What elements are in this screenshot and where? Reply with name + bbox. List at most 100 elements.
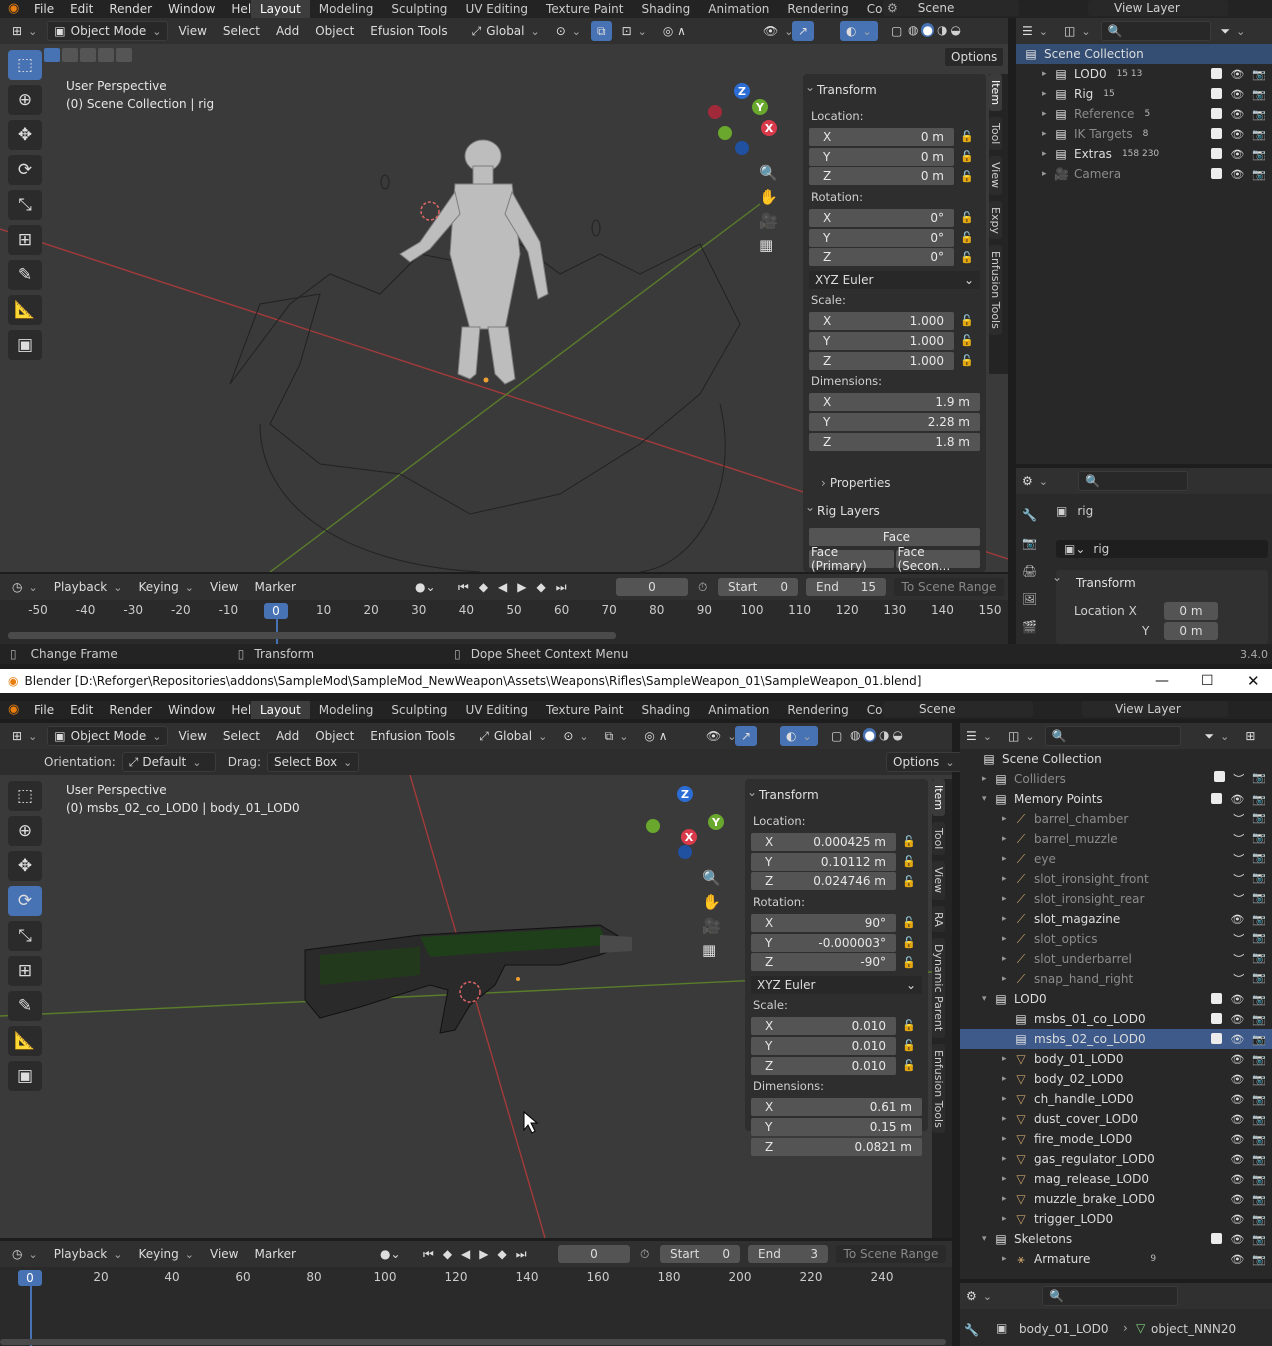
lock-icon[interactable]: 🔓 [954,354,980,367]
end-frame-field[interactable]: End 15 [806,578,886,596]
mesh-data-name[interactable]: object_NNN20 [1151,1322,1236,1336]
render-camera-icon[interactable]: 📷 [1252,148,1266,161]
lock-icon[interactable]: 🔓 [896,916,922,929]
cursor-tool-icon[interactable]: ⊕ [8,85,42,115]
solid-shading-icon[interactable]: ● [921,23,934,37]
outliner-row-fire_mode_lod0[interactable]: ▸ ▽ fire_mode_LOD0 👁 📷 [960,1129,1272,1149]
expand-icon[interactable]: ▸ [1002,1254,1014,1264]
move-tool-icon[interactable]: ✥ [8,120,42,150]
render-camera-icon[interactable]: 📷 [1252,108,1266,121]
menu-file[interactable]: File [26,701,62,719]
rendered-shading-icon[interactable]: ◒ [950,23,960,37]
props-loc-x-field[interactable]: 0 m [1164,602,1218,620]
expand-icon[interactable]: ▸ [1002,1174,1014,1184]
sidebar-tab-dynamic-parent[interactable]: Dynamic Parent [932,938,945,1038]
select-extend-icon[interactable] [62,48,78,62]
gizmo-neg-z[interactable] [735,141,749,155]
sidebar-tab-enfusion-tools[interactable]: Enfusion Tools [932,1043,945,1134]
menu-edit[interactable]: Edit [62,0,101,18]
display-mode-icon[interactable]: ◫ [1058,21,1097,41]
properties-search-input[interactable]: 🔍 [1077,471,1188,491]
render-camera-icon[interactable]: 📷 [1252,951,1266,967]
render-tab-icon[interactable]: 📷 [1022,536,1037,550]
top-options-button[interactable]: Options [944,47,1005,67]
expand-icon[interactable]: ▸ [1042,149,1054,159]
play-reverse-icon[interactable]: ◀ [461,1247,470,1262]
dimensions-z-field[interactable]: Z 0.0821 m [751,1137,922,1156]
workspace-tab-animation[interactable]: Animation [699,0,778,18]
top-viewport-menus[interactable]: View Select Add Object Efusion Tools [172,21,457,41]
gizmo-z-axis[interactable]: Z [734,83,750,99]
outliner-search-input[interactable]: 🔍 [1044,726,1181,746]
bottom-3d-viewport[interactable]: ⬚ ⊕ ✥ ⟳ ⤡ ⊞ ✎ 📐 ▣ User Perspective (0) m… [0,775,952,1238]
rotation-z-field[interactable]: Z 0° [809,248,954,267]
transform-section-header[interactable]: Transform [747,785,922,810]
outliner-row-body_01_lod0[interactable]: ▸ ▽ body_01_LOD0 👁 📷 [960,1049,1272,1069]
sidebar-tab-tool[interactable]: Tool [989,117,1002,151]
eye-icon[interactable]: 👁 [1230,1033,1244,1046]
gizmo-icon[interactable]: ↗ [735,726,758,746]
rotation-x-field[interactable]: X 0° [809,208,954,227]
render-camera-icon[interactable]: 📷 [1252,128,1266,141]
location-z-field[interactable]: Z 0 m [809,167,954,186]
eye-icon[interactable]: 👁 [1230,1053,1244,1066]
scale-y-field[interactable]: Y 0.010 [751,1036,896,1055]
menu-edit[interactable]: Edit [62,701,101,719]
filter-icon[interactable]: ⏷ [1199,726,1236,746]
eye-icon[interactable]: 👁 [1230,793,1244,806]
eye-icon[interactable]: 👁 [1230,1133,1244,1146]
zoom-icon[interactable]: 🔍 [702,869,721,887]
bottom-view-layer-selector[interactable]: View Layer [1082,701,1228,717]
exclude-checkbox[interactable] [1211,107,1223,119]
keyframe-record-icon[interactable]: ●⌄ [380,1247,401,1261]
blender-logo-icon[interactable]: ◉ [8,1,19,16]
eye-icon[interactable]: 👁 [1230,993,1244,1006]
workspace-tab-layout[interactable]: Layout [251,701,310,719]
outliner-search-input[interactable]: 🔍 [1100,21,1211,41]
render-camera-icon[interactable]: 📷 [1252,1233,1266,1246]
lock-icon[interactable]: 🔓 [954,314,980,327]
bottom-main-menu[interactable]: File Edit Render Window Help [26,701,267,719]
workspace-tab-rendering[interactable]: Rendering [778,701,857,719]
timeline-menu-view[interactable]: View [204,577,244,597]
timeline-scrollbar[interactable] [0,1339,946,1345]
properties-tabs[interactable]: 🔧 📷 🖨 🖼 🎬 [1022,508,1037,634]
expand-icon[interactable]: ▸ [1002,1094,1014,1104]
gizmo-icon[interactable]: ↗ [792,21,815,41]
sidebar-tab-view[interactable]: View [989,156,1002,195]
properties-section-header[interactable]: › Properties [809,474,980,500]
scale-y-field[interactable]: Y 1.000 [809,331,954,350]
ortho-grid-icon[interactable]: ▦ [759,236,778,254]
viewport-menu-view[interactable]: View [172,726,212,746]
render-camera-icon[interactable]: 📷 [1252,1153,1266,1166]
sidebar-tab-enfusion-tools[interactable]: Enfusion Tools [989,245,1002,336]
tool-tab-icon[interactable]: 🔧 [1022,508,1037,522]
lock-icon[interactable]: 🔓 [954,251,980,264]
top-view-layer-selector[interactable]: View Layer [1088,0,1228,16]
bottom-timeline[interactable]: 0 20 40 60 80 100 120 140 160 180 200 220 240 [0,1267,952,1346]
select-new-icon[interactable] [44,48,60,62]
props-transform-header[interactable]: Transform [1052,570,1268,598]
menu-window[interactable]: Window [160,0,223,18]
gizmo-x-axis[interactable]: X [681,829,697,845]
render-camera-icon[interactable]: 📷 [1252,68,1266,81]
render-camera-icon[interactable]: 📷 [1252,1013,1266,1026]
pan-hand-icon[interactable]: ✋ [759,188,778,206]
bottom-workspace-tabs[interactable]: Layout Modeling Sculpting UV Editing Texture… [251,701,951,719]
transform-tool-icon[interactable]: ⊞ [8,225,42,255]
face-layer-button[interactable]: Face [809,527,980,546]
eye-icon[interactable]: 👁 [1230,1173,1244,1186]
play-icon[interactable]: ▶ [517,580,526,595]
select-intersect-icon[interactable] [116,48,132,62]
eye-icon[interactable]: 👁 [1230,1073,1244,1086]
face-primary-button[interactable]: Face (Primary) [809,545,894,572]
start-frame-field[interactable]: Start 0 [718,578,798,596]
outliner-row-slot_ironsight_rear[interactable]: ▸ ⟋ slot_ironsight_rear ︶ 📷 [960,889,1272,909]
workspace-tab-rendering[interactable]: Rendering [778,0,857,18]
object-name[interactable]: rig [1077,504,1093,518]
menu-window[interactable]: Window [160,701,223,719]
eye-icon[interactable]: 👁 [1230,1213,1244,1226]
render-camera-icon[interactable]: 📷 [1252,1093,1266,1106]
viewport-menu-add[interactable]: Add [270,21,305,41]
outliner-row-slot_ironsight_front[interactable]: ▸ ⟋ slot_ironsight_front ︶ 📷 [960,869,1272,889]
